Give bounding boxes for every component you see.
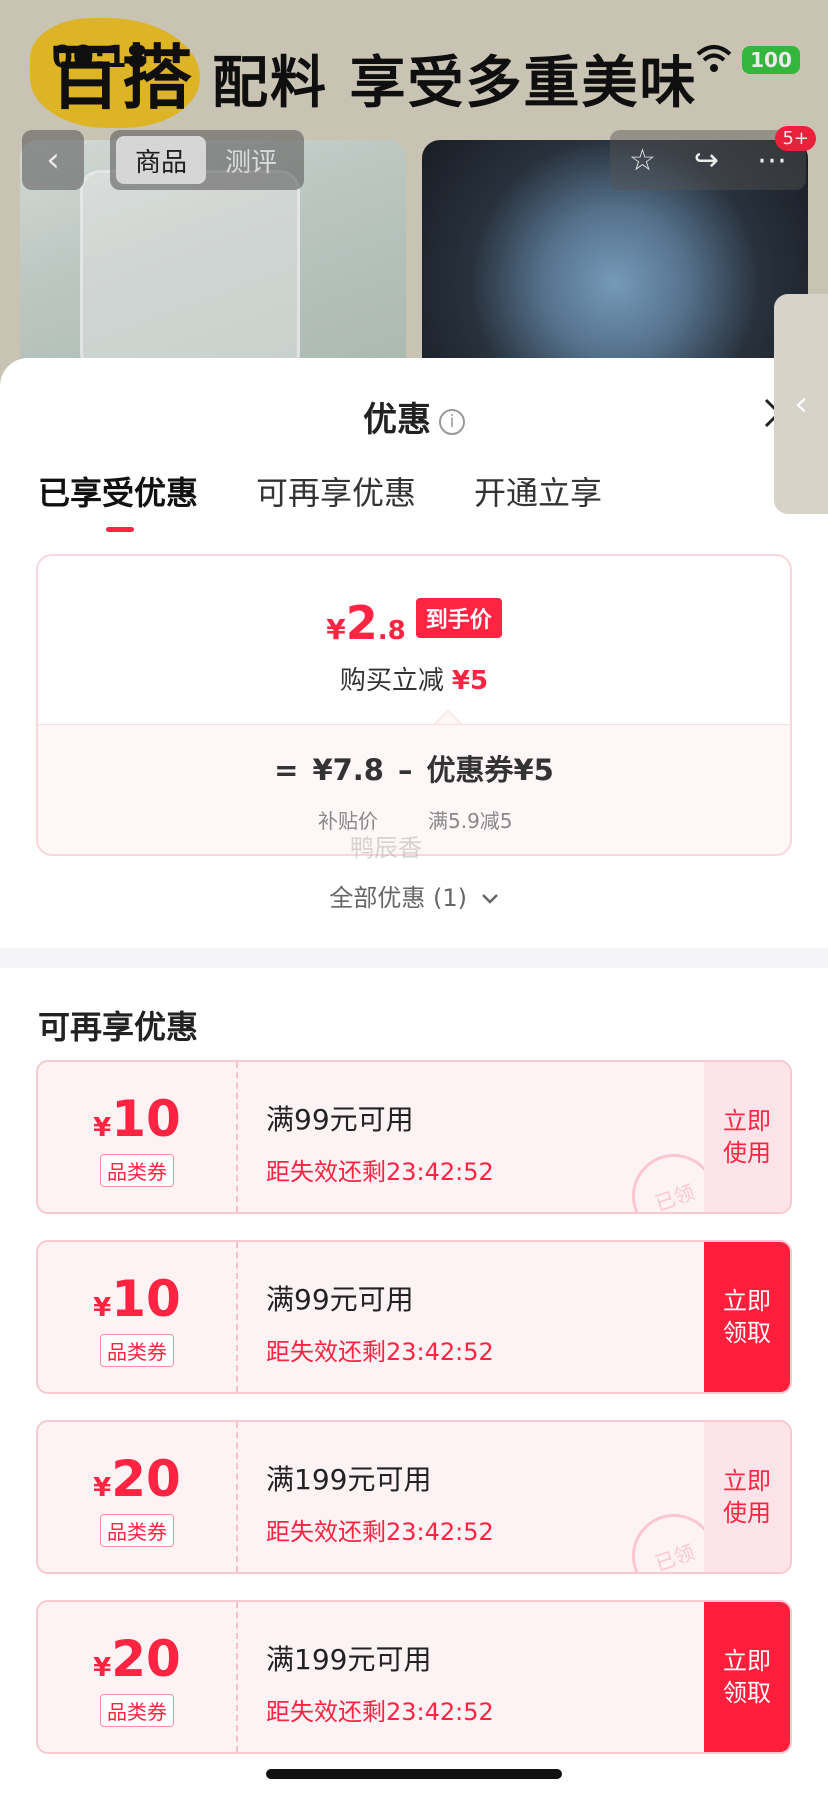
coupon-value-block: ¥10 品类券	[38, 1062, 238, 1212]
coupon-currency: ¥	[93, 1293, 112, 1323]
info-icon[interactable]: i	[439, 408, 465, 435]
final-price-card: ¥2.8 到手价 购买立减 ¥5 = ¥7.8– 优惠券¥5 补贴价 满5.9减5	[36, 554, 792, 856]
tab-more-available[interactable]: 可再享优惠	[256, 468, 416, 514]
coupon-timer: 距失效还剩23:42:52	[266, 1158, 494, 1186]
price-formula: = ¥7.8– 优惠券¥5	[38, 747, 790, 789]
final-price-decimal: .8	[377, 616, 406, 646]
final-price-integer: 2	[345, 596, 378, 650]
coupon-value-block: ¥10 品类券	[38, 1242, 238, 1392]
coupon-value: 20	[111, 1450, 181, 1508]
chevron-left-icon: ‹	[794, 384, 808, 424]
coupon-type-badge: 品类券	[100, 1154, 174, 1187]
coupon-type-badge: 品类券	[100, 1694, 174, 1727]
coupon-condition: 满199元可用	[266, 1463, 432, 1496]
all-deals-toggle[interactable]: 全部优惠 (1)	[0, 878, 828, 913]
coupon-value: 10	[111, 1270, 181, 1328]
coupon-value-block: ¥20 品类券	[38, 1422, 238, 1572]
coupon-currency: ¥	[93, 1113, 112, 1143]
reduction-label: 购买立减	[339, 666, 444, 696]
claim-coupon-button[interactable]: 立即领取	[704, 1602, 790, 1752]
coupon-amount: ¥20	[38, 1450, 236, 1508]
all-deals-label: 全部优惠 (1)	[329, 884, 467, 912]
coupon-timer: 距失效还剩23:42:52	[266, 1338, 494, 1366]
side-collapse-tab[interactable]: ‹	[774, 294, 828, 514]
coupon-timer: 距失效还剩23:42:52	[266, 1518, 494, 1546]
coupon-condition: 满99元可用	[266, 1103, 414, 1136]
formula-base-price: ¥7.8	[312, 753, 384, 787]
formula-minus: –	[398, 753, 413, 787]
section-divider	[0, 948, 828, 968]
sheet-title-text: 优惠	[363, 400, 431, 440]
sheet-title: 优惠 i	[0, 392, 828, 441]
discount-sheet: 优惠 i 已享受优惠 可再享优惠 开通立享 ¥2.8 到手价 购买立减 ¥5 = ¥7.…	[0, 358, 828, 1793]
coupon-currency: ¥	[93, 1653, 112, 1683]
section-title: 可再享优惠	[38, 1008, 199, 1046]
coupon-card: ¥10 品类券 满99元可用 距失效还剩23:42:52 已领 立即使用	[36, 1060, 792, 1214]
tab-activate[interactable]: 开通立享	[474, 468, 602, 514]
coupon-type-badge: 品类券	[100, 1334, 174, 1367]
coupon-card: ¥10 品类券 满99元可用 距失效还剩23:42:52 立即领取	[36, 1240, 792, 1394]
coupon-amount: ¥10	[38, 1090, 236, 1148]
coupon-amount: ¥10	[38, 1270, 236, 1328]
coupon-condition-label: 满5.9减5	[428, 809, 513, 833]
coupon-condition: 满199元可用	[266, 1643, 432, 1676]
coupon-details: 满199元可用 距失效还剩23:42:52	[266, 1458, 494, 1547]
final-price-currency: ¥	[326, 613, 346, 646]
chevron-down-icon	[481, 894, 498, 904]
claim-coupon-button[interactable]: 立即领取	[704, 1242, 790, 1392]
coupon-value-block: ¥20 品类券	[38, 1602, 238, 1752]
final-price-section: ¥2.8 到手价 购买立减 ¥5	[38, 556, 790, 724]
coupon-value: 20	[111, 1630, 181, 1688]
coupon-value: 10	[111, 1090, 181, 1148]
reduction-amount: ¥5	[451, 666, 489, 696]
discount-tabs: 已享受优惠 可再享优惠 开通立享	[38, 468, 602, 532]
use-coupon-button[interactable]: 立即使用	[704, 1062, 790, 1212]
coupon-details: 满99元可用 距失效还剩23:42:52	[266, 1278, 494, 1367]
coupon-details: 满99元可用 距失效还剩23:42:52	[266, 1098, 494, 1187]
watermark: 鸭辰香	[350, 834, 422, 862]
formula-equals: =	[274, 753, 299, 787]
coupon-currency: ¥	[93, 1473, 112, 1503]
final-price-tag: 到手价	[415, 598, 502, 638]
coupon-details: 满199元可用 距失效还剩23:42:52	[266, 1638, 494, 1727]
coupon-type-badge: 品类券	[100, 1514, 174, 1547]
coupon-amount: ¥20	[38, 1630, 236, 1688]
coupon-card: ¥20 品类券 满199元可用 距失效还剩23:42:52 已领 立即使用	[36, 1420, 792, 1574]
coupon-condition: 满99元可用	[266, 1283, 414, 1316]
use-coupon-button[interactable]: 立即使用	[704, 1422, 790, 1572]
home-indicator	[266, 1769, 562, 1779]
coupon-timer: 距失效还剩23:42:52	[266, 1698, 494, 1726]
coupon-card: ¥20 品类券 满199元可用 距失效还剩23:42:52 立即领取	[36, 1600, 792, 1754]
tab-enjoyed[interactable]: 已享受优惠	[38, 468, 198, 532]
final-price-row: ¥2.8 到手价	[38, 596, 790, 650]
formula-coupon: 优惠券¥5	[426, 753, 554, 787]
instant-reduction: 购买立减 ¥5	[38, 660, 790, 697]
